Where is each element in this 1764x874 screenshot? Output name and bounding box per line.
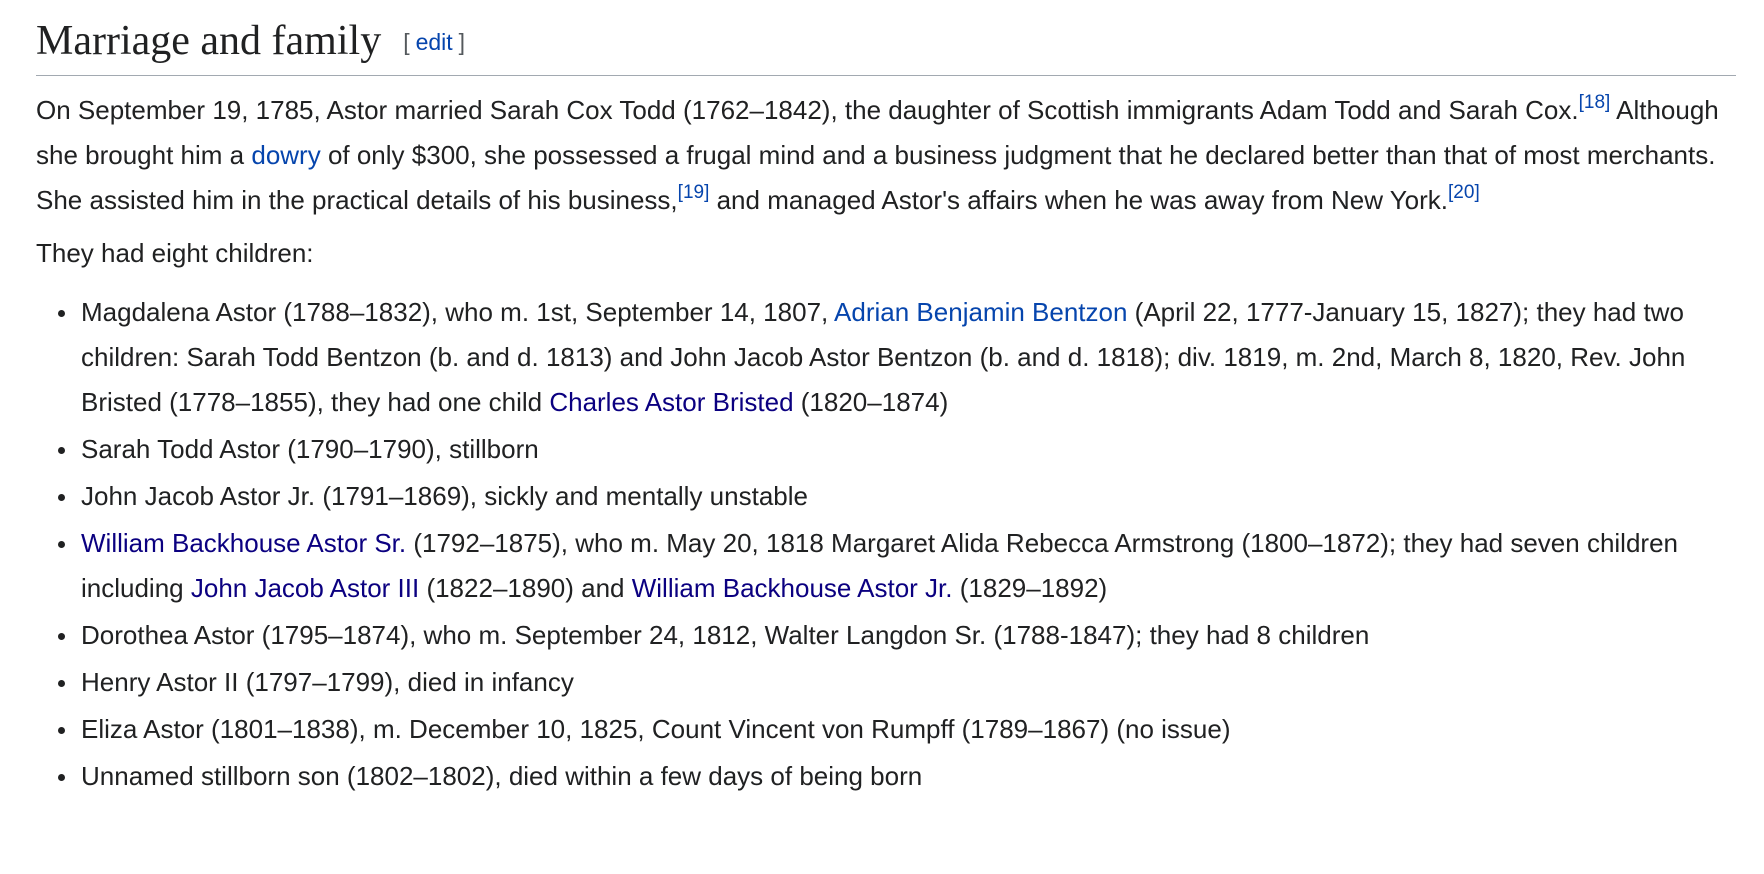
bullet-icon <box>58 774 65 781</box>
list-item-dorothea: Dorothea Astor (1795–1874), who m. Septe… <box>58 613 1736 658</box>
list-item-magdalena: Magdalena Astor (1788–1832), who m. 1st,… <box>58 290 1736 425</box>
edit-link[interactable]: edit <box>416 29 453 55</box>
article-section: Marriage and family [edit] On September 1… <box>36 14 1736 801</box>
bullet-icon <box>58 541 65 548</box>
section-heading: Marriage and family [edit] <box>36 14 1736 76</box>
list-item-eliza: Eliza Astor (1801–1838), m. December 10,… <box>58 707 1736 752</box>
william-backhouse-astor-jr-link[interactable]: William Backhouse Astor Jr. <box>632 573 953 603</box>
bullet-icon <box>58 494 65 501</box>
list-item-william: William Backhouse Astor Sr. (1792–1875),… <box>58 521 1736 611</box>
bullet-icon <box>58 727 65 734</box>
citation-ref-18[interactable]: [18] <box>1579 92 1611 113</box>
list-item-henry: Henry Astor II (1797–1799), died in infa… <box>58 660 1736 705</box>
bullet-icon <box>58 633 65 640</box>
bullet-icon <box>58 680 65 687</box>
adrian-benjamin-bentzon-link[interactable]: Adrian Benjamin Bentzon <box>834 297 1127 327</box>
section-title: Marriage and family <box>36 18 382 64</box>
citation-ref-20[interactable]: [20] <box>1448 182 1480 203</box>
bullet-icon <box>58 447 65 454</box>
children-list: Magdalena Astor (1788–1832), who m. 1st,… <box>36 290 1736 799</box>
edit-section-link-group: [edit] <box>403 29 466 55</box>
john-jacob-astor-iii-link[interactable]: John Jacob Astor III <box>191 573 419 603</box>
citation-ref-19[interactable]: [19] <box>678 182 710 203</box>
children-intro: They had eight children: <box>36 238 314 268</box>
bullet-icon <box>58 310 65 317</box>
intro-paragraph: On September 19, 1785, Astor married Sar… <box>36 92 1719 215</box>
charles-astor-bristed-link[interactable]: Charles Astor Bristed <box>549 387 793 417</box>
dowry-link[interactable]: dowry <box>251 140 320 170</box>
william-backhouse-astor-sr-link[interactable]: William Backhouse Astor Sr. <box>81 528 406 558</box>
list-item-john-jacob-jr: John Jacob Astor Jr. (1791–1869), sickly… <box>58 474 1736 519</box>
list-item-sarah: Sarah Todd Astor (1790–1790), stillborn <box>58 427 1736 472</box>
list-item-unnamed-son: Unnamed stillborn son (1802–1802), died … <box>58 754 1736 799</box>
